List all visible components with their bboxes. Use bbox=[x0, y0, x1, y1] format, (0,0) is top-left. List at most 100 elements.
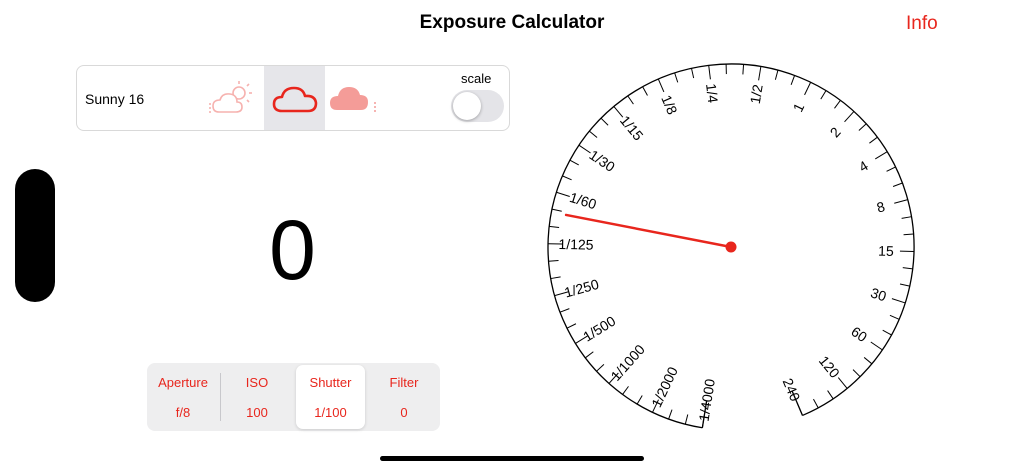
dial-label: 1/1000 bbox=[607, 341, 648, 384]
dial-tick bbox=[548, 259, 559, 262]
dial-label: 1/4000 bbox=[696, 377, 719, 422]
dial-tick bbox=[684, 414, 689, 425]
dial-tick bbox=[549, 225, 560, 229]
dial-tick bbox=[589, 130, 598, 138]
dial-tick bbox=[804, 82, 812, 96]
dial-tick bbox=[820, 90, 827, 100]
rain-cloud-icon[interactable] bbox=[327, 80, 383, 120]
dial-label: 60 bbox=[848, 323, 870, 345]
side-drag-handle[interactable] bbox=[15, 169, 55, 302]
home-indicator[interactable] bbox=[380, 456, 644, 461]
dial-tick bbox=[596, 364, 605, 372]
dial-tick bbox=[691, 68, 695, 79]
page-title: Exposure Calculator bbox=[419, 12, 605, 33]
segment-label: Shutter bbox=[309, 375, 352, 390]
dial-tick bbox=[891, 298, 906, 304]
dial-tick bbox=[834, 100, 841, 109]
dial-tick bbox=[668, 409, 673, 420]
dial-label: 1/125 bbox=[558, 236, 594, 253]
segment-label: Aperture bbox=[158, 375, 208, 390]
dial-tick bbox=[559, 308, 570, 313]
dial-tick bbox=[636, 395, 643, 405]
dial-tick bbox=[742, 64, 745, 75]
dial-label: 1/15 bbox=[617, 112, 647, 143]
ev-value: 0 bbox=[269, 203, 316, 297]
dial-tick bbox=[901, 216, 912, 219]
dial-tick bbox=[837, 377, 848, 389]
dial-tick bbox=[863, 357, 873, 365]
dial-label: 2 bbox=[827, 124, 844, 141]
dial-label: 1/2000 bbox=[648, 364, 681, 410]
dial-tick bbox=[869, 136, 878, 144]
dial-tick bbox=[827, 390, 834, 400]
dial-tick bbox=[569, 159, 579, 166]
dial-tick bbox=[774, 69, 779, 80]
dial-tick bbox=[708, 65, 711, 80]
segment-label: ISO bbox=[245, 375, 269, 390]
partly-cloudy-icon[interactable] bbox=[205, 79, 261, 119]
dial-tick bbox=[790, 75, 796, 85]
dial-hub bbox=[725, 241, 737, 253]
dial-tick bbox=[886, 166, 896, 172]
dial-tick bbox=[613, 106, 624, 118]
dial-label: 1/8 bbox=[658, 93, 680, 117]
dial-tick bbox=[642, 86, 648, 96]
dial-tick bbox=[870, 341, 883, 351]
dial-tick bbox=[796, 402, 803, 416]
dial-tick bbox=[585, 351, 594, 359]
dial-label: 1/500 bbox=[580, 313, 618, 345]
segment-aperture[interactable]: Aperture f/8 bbox=[147, 363, 219, 431]
dial-label: 1/30 bbox=[586, 147, 618, 176]
info-button[interactable]: Info bbox=[906, 13, 938, 35]
segment-value: 0 bbox=[400, 405, 408, 420]
dial-tick bbox=[899, 283, 910, 287]
dial-tick bbox=[858, 123, 867, 131]
segment-value: 1/100 bbox=[314, 405, 347, 420]
dial-label: 120 bbox=[816, 353, 843, 381]
dial-label: 1/2 bbox=[747, 83, 766, 105]
dial-tick bbox=[892, 182, 903, 187]
dial-tick bbox=[874, 151, 888, 160]
dial-label: 240 bbox=[780, 376, 804, 404]
dial-label: 8 bbox=[875, 198, 887, 216]
dial-tick bbox=[844, 111, 855, 123]
dial-label: 4 bbox=[856, 157, 871, 175]
cloud-icon[interactable] bbox=[270, 82, 320, 116]
dial-tick bbox=[657, 78, 665, 93]
dial-tick bbox=[562, 175, 572, 181]
dial-label: 30 bbox=[869, 284, 889, 304]
weather-selector: Sunny 16 scale bbox=[76, 65, 510, 131]
weather-label: Sunny 16 bbox=[85, 91, 145, 107]
dial-label: 15 bbox=[878, 243, 894, 259]
dial-tick bbox=[566, 323, 577, 329]
shutter-speed-dial[interactable]: 1/4000 1/20001/10001/500 1/250 1/125 1/60 1/3… bbox=[540, 55, 930, 445]
segment-value: f/8 bbox=[175, 405, 191, 420]
segment-iso[interactable]: ISO 100 bbox=[221, 363, 293, 431]
dial-tick bbox=[889, 314, 900, 320]
dial-tick bbox=[622, 386, 629, 395]
dial-tick bbox=[550, 276, 561, 280]
dial-tick bbox=[852, 369, 861, 378]
dial-tick bbox=[902, 267, 913, 270]
dial-label: 1/4 bbox=[703, 83, 721, 104]
segment-shutter[interactable]: Shutter 1/100 bbox=[296, 365, 365, 429]
dial-tick bbox=[627, 95, 634, 105]
segment-filter[interactable]: Filter 0 bbox=[368, 363, 440, 431]
dial-tick bbox=[813, 398, 819, 409]
dial-tick bbox=[551, 208, 562, 212]
dial-tick bbox=[903, 233, 914, 236]
dial-label: 1/60 bbox=[568, 189, 599, 212]
dial-tick bbox=[600, 117, 609, 126]
dial-tick bbox=[556, 191, 570, 197]
dial-tick bbox=[578, 144, 591, 154]
scale-label: scale bbox=[461, 71, 492, 86]
segment-value: 100 bbox=[246, 405, 268, 420]
dial-tick bbox=[882, 329, 892, 336]
dial-label: 1 bbox=[790, 100, 808, 114]
dial-label: 1/250 bbox=[563, 276, 601, 301]
toggle-knob bbox=[453, 92, 481, 120]
segment-label: Filter bbox=[389, 375, 419, 390]
parameter-segmented-control: Aperture f/8 ISO 100 Shutter 1/100 Filte… bbox=[147, 363, 440, 431]
dial-tick bbox=[894, 199, 908, 204]
scale-toggle[interactable] bbox=[451, 90, 504, 122]
